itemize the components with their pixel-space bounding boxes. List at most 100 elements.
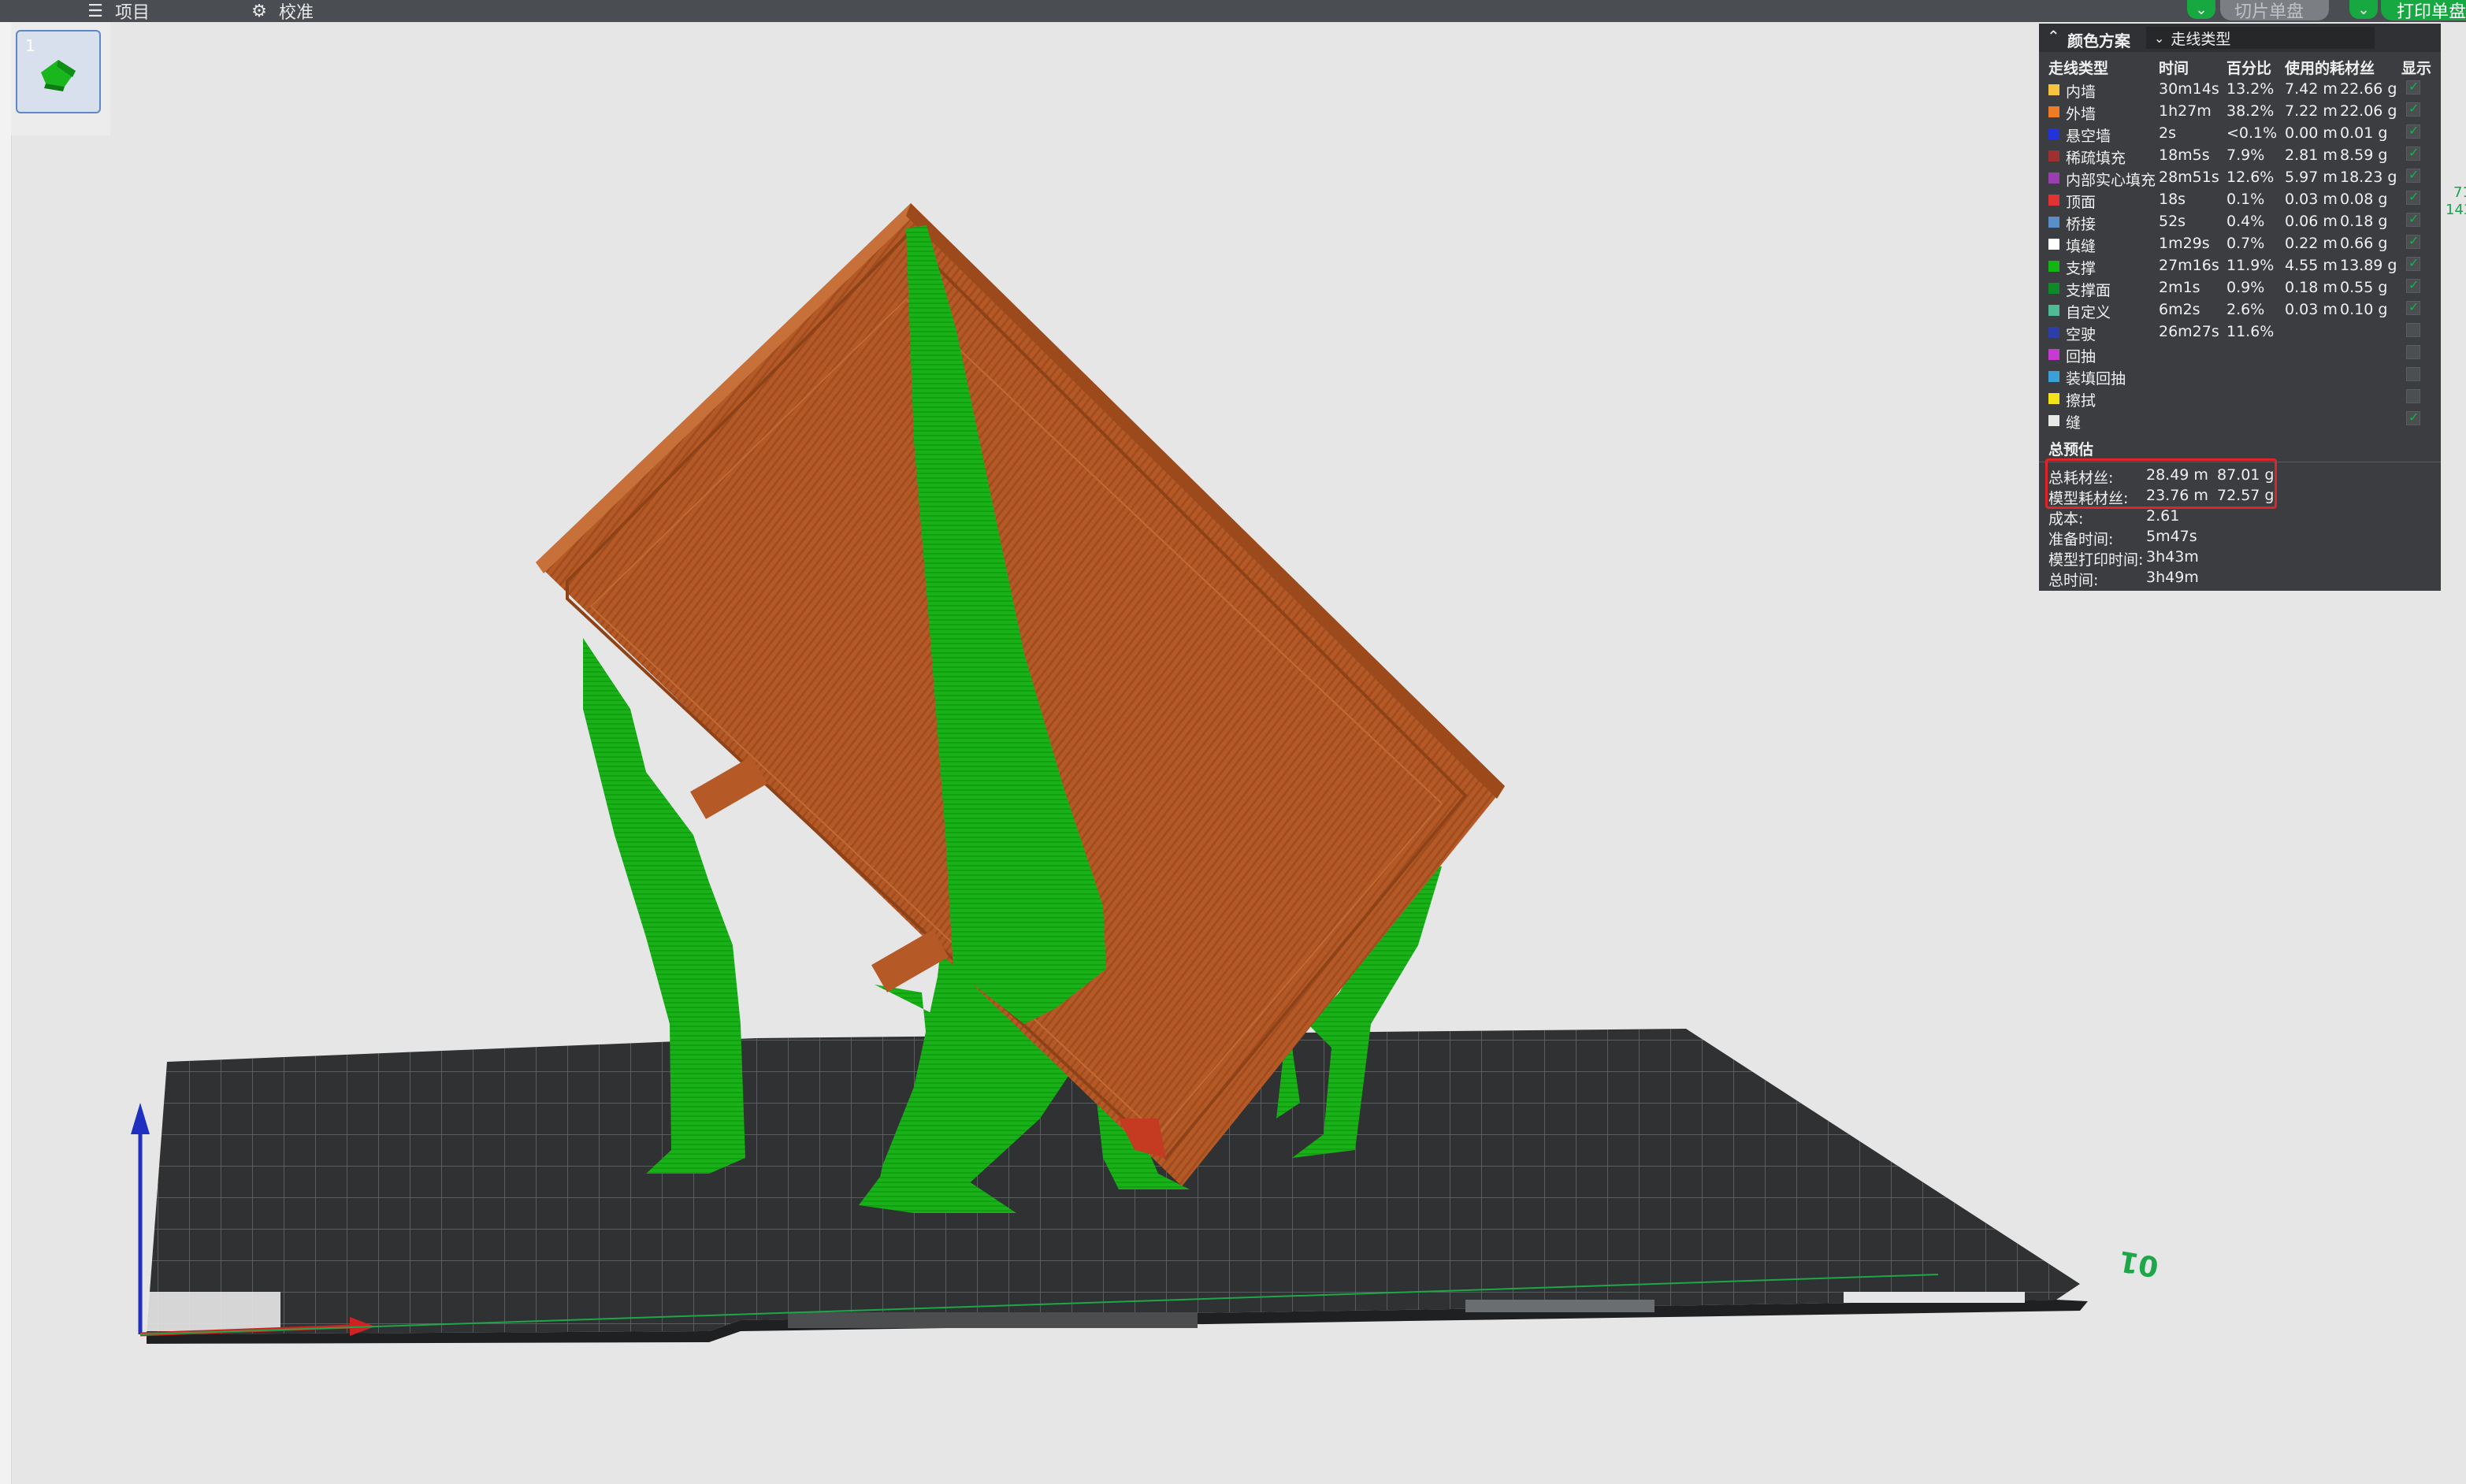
show-checkbox[interactable] (2406, 145, 2420, 161)
show-checkbox[interactable] (2406, 345, 2420, 359)
color-swatch (2048, 393, 2059, 404)
row-type: 内墙 (2066, 83, 2096, 101)
show-checkbox[interactable] (2406, 323, 2420, 337)
col-time: 时间 (2159, 60, 2189, 77)
side-label-a: 71 (2453, 184, 2466, 201)
row-time: 2s (2159, 124, 2176, 142)
row-percent: 0.7% (2226, 235, 2265, 252)
color-swatch (2048, 305, 2059, 316)
legend-row: 顶面 18s 0.1% 0.03 m 0.08 g (2039, 189, 2441, 211)
row-time: 26m27s (2159, 323, 2219, 340)
show-checkbox[interactable] (2406, 189, 2420, 205)
row-length: 0.03 m (2285, 191, 2338, 208)
highlight-box (2045, 458, 2277, 509)
row-time: 28m51s (2159, 169, 2219, 186)
row-length: 0.03 m (2285, 301, 2338, 318)
color-swatch (2048, 327, 2059, 338)
row-type: 回抽 (2066, 348, 2096, 365)
legend-row: 缝 (2039, 410, 2441, 432)
plate-origin-label: 01 (2116, 1244, 2160, 1282)
show-checkbox[interactable] (2406, 101, 2420, 117)
legend-row: 稀疏填充 18m5s 7.9% 2.81 m 8.59 g (2039, 145, 2441, 167)
show-checkbox[interactable] (2406, 389, 2420, 403)
show-checkbox[interactable] (2406, 277, 2420, 293)
summary-value-1: 3h49m (2146, 569, 2199, 586)
row-type: 支撑 (2066, 260, 2096, 277)
col-show: 显示 (2401, 60, 2432, 77)
row-weight: 0.10 g (2340, 301, 2388, 318)
chevron-down-icon: ⌄ (2154, 30, 2165, 46)
row-length: 2.81 m (2285, 147, 2338, 164)
color-swatch (2048, 128, 2059, 139)
show-checkbox[interactable] (2406, 367, 2420, 381)
row-type: 自定义 (2066, 304, 2111, 321)
legend-header: ⌃ 颜色方案 ⌄ 走线类型 (2039, 24, 2441, 52)
show-checkbox[interactable] (2406, 211, 2420, 227)
show-checkbox[interactable] (2406, 167, 2420, 183)
col-filament: 使用的耗材丝 (2285, 60, 2375, 77)
row-percent: <0.1% (2226, 124, 2278, 142)
summary-row: 模型打印时间: 3h43m (2048, 548, 2427, 569)
summary-value-1: 3h43m (2146, 548, 2199, 566)
show-checkbox[interactable] (2406, 410, 2420, 425)
row-type: 支撑面 (2066, 282, 2111, 299)
row-weight: 0.01 g (2340, 124, 2388, 142)
row-weight: 0.55 g (2340, 279, 2388, 296)
row-percent: 13.2% (2226, 80, 2275, 98)
row-percent: 7.9% (2226, 147, 2265, 164)
show-checkbox[interactable] (2406, 79, 2420, 95)
row-time: 1m29s (2159, 235, 2210, 252)
row-percent: 0.4% (2226, 213, 2265, 230)
summary-row: 总时间: 3h49m (2048, 569, 2427, 589)
summary-value-1: 5m47s (2146, 528, 2197, 545)
row-weight: 22.66 g (2340, 80, 2397, 98)
legend-row: 悬空墙 2s <0.1% 0.00 m 0.01 g (2039, 123, 2441, 145)
color-swatch (2048, 84, 2059, 95)
show-checkbox[interactable] (2406, 233, 2420, 249)
color-swatch (2048, 283, 2059, 294)
color-swatch (2048, 349, 2059, 360)
row-length: 0.06 m (2285, 213, 2338, 230)
col-percent: 百分比 (2226, 60, 2272, 77)
row-percent: 2.6% (2226, 301, 2265, 318)
legend-row: 装填回抽 (2039, 365, 2441, 388)
col-type: 走线类型 (2048, 60, 2109, 77)
row-weight: 0.18 g (2340, 213, 2388, 230)
row-length: 7.42 m (2285, 80, 2338, 98)
row-type: 顶面 (2066, 194, 2096, 211)
color-swatch (2048, 217, 2059, 228)
show-checkbox[interactable] (2406, 299, 2420, 315)
row-weight: 8.59 g (2340, 147, 2388, 164)
row-percent: 0.9% (2226, 279, 2265, 296)
legend-row: 内部实心填充 28m51s 12.6% 5.97 m 18.23 g (2039, 167, 2441, 189)
row-length: 0.18 m (2285, 279, 2338, 296)
row-length: 4.55 m (2285, 257, 2338, 274)
row-time: 2m1s (2159, 279, 2200, 296)
summary-row: 准备时间: 5m47s (2048, 528, 2427, 548)
legend-columns: 走线类型 时间 百分比 使用的耗材丝 显示 (2039, 55, 2441, 77)
row-type: 内部实心填充 (2066, 172, 2156, 189)
legend-row: 支撑 27m16s 11.9% 4.55 m 13.89 g (2039, 255, 2441, 277)
color-scheme-value: 走线类型 (2171, 30, 2231, 48)
row-percent: 38.2% (2226, 102, 2275, 120)
row-percent: 12.6% (2226, 169, 2275, 186)
summary-label: 准备时间: (2048, 531, 2114, 548)
row-weight: 22.06 g (2340, 102, 2397, 120)
legend-row: 自定义 6m2s 2.6% 0.03 m 0.10 g (2039, 299, 2441, 321)
row-time: 18s (2159, 191, 2186, 208)
color-scheme-select[interactable]: ⌄ 走线类型 (2146, 27, 2375, 49)
row-percent: 11.9% (2226, 257, 2275, 274)
legend-row: 内墙 30m14s 13.2% 7.42 m 22.66 g (2039, 79, 2441, 101)
legend-row: 擦拭 (2039, 388, 2441, 410)
legend-row: 空驶 26m27s 11.6% (2039, 321, 2441, 343)
legend-row: 桥接 52s 0.4% 0.06 m 0.18 g (2039, 211, 2441, 233)
legend-row: 外墙 1h27m 38.2% 7.22 m 22.06 g (2039, 101, 2441, 123)
summary-value-1: 2.61 (2146, 507, 2180, 525)
summary-label: 成本: (2048, 510, 2084, 528)
show-checkbox[interactable] (2406, 255, 2420, 271)
show-checkbox[interactable] (2406, 123, 2420, 139)
row-type: 悬空墙 (2066, 128, 2111, 145)
row-time: 18m5s (2159, 147, 2210, 164)
row-weight: 0.08 g (2340, 191, 2388, 208)
collapse-chevron-icon[interactable]: ⌃ (2047, 27, 2060, 46)
